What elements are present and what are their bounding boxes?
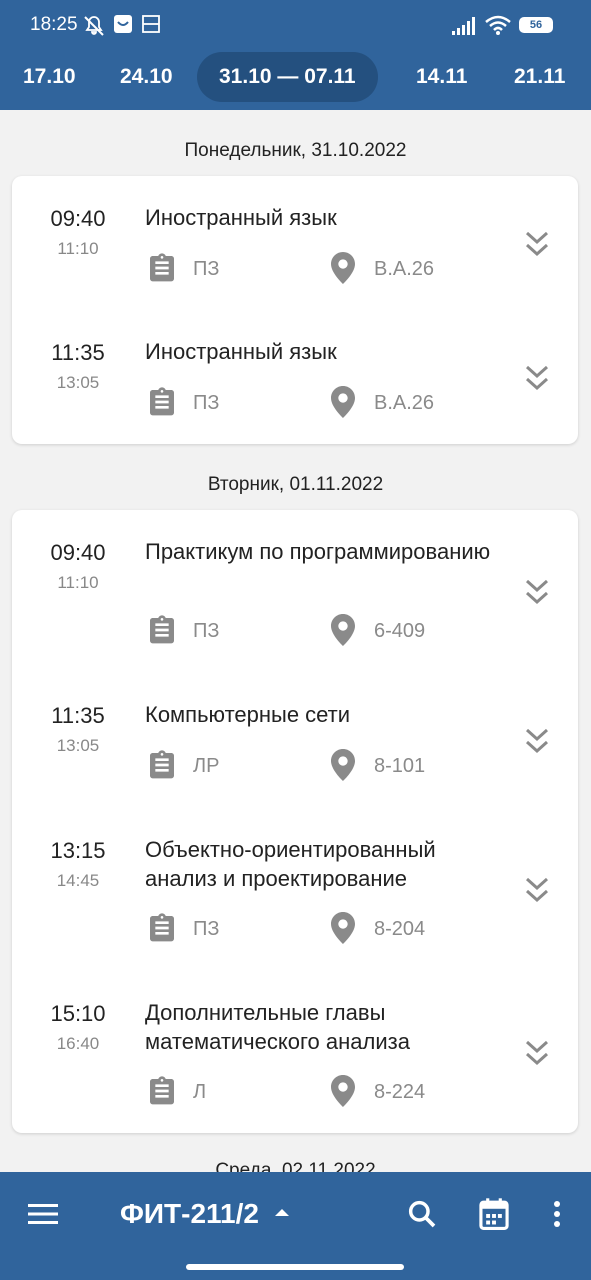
lesson-subject: Дополнительные главы математического ана… — [145, 1000, 410, 1054]
lesson-type: ПЗ — [193, 258, 220, 280]
dropdown-arrow-icon — [274, 1208, 289, 1216]
location-pin-icon — [331, 252, 355, 284]
day-card: 09:40 11:10 Практикум по программировани… — [12, 510, 578, 1133]
day-card: 09:40 11:10 Иностранный язык ПЗ В.А.26 1… — [12, 176, 578, 444]
lesson-type: ПЗ — [193, 918, 220, 940]
mute-icon — [84, 16, 104, 36]
location-pin-icon — [331, 614, 355, 646]
lesson-end-time: 13:05 — [56, 736, 100, 755]
lesson-type: ПЗ — [193, 392, 220, 414]
status-bar: 18:25 56 — [0, 0, 591, 52]
screenshot-icon — [142, 15, 160, 33]
location-pin-icon — [331, 1075, 355, 1107]
home-indicator[interactable] — [186, 1264, 404, 1270]
lesson-end-time: 16:40 — [56, 1034, 100, 1053]
lesson-item[interactable]: 15:10 16:40 Дополнительные главы математ… — [12, 971, 578, 1133]
day-header: Вторник, 01.11.2022 — [207, 474, 384, 495]
lesson-item[interactable]: 11:35 13:05 Компьютерные сети ЛР 8-101 — [12, 673, 578, 808]
lesson-subject: Иностранный язык — [145, 205, 337, 230]
expand-chevron-icon[interactable] — [524, 727, 550, 755]
battery-level: 56 — [529, 19, 543, 31]
week-selector: 17.10 24.10 31.10 — 07.11 14.11 21.11 — [0, 52, 591, 102]
clipboard-icon — [150, 1076, 174, 1105]
lesson-type: ПЗ — [193, 620, 220, 642]
signal-icon — [452, 17, 475, 35]
lesson-subject: Иностранный язык — [145, 339, 337, 364]
lesson-item[interactable]: 09:40 11:10 Иностранный язык ПЗ В.А.26 — [12, 176, 578, 310]
week-tab[interactable]: 24.10 — [120, 52, 173, 102]
lesson-end-time: 14:45 — [56, 871, 100, 890]
lesson-end-time: 13:05 — [56, 373, 100, 392]
lesson-room: В.А.26 — [374, 392, 435, 414]
menu-icon[interactable] — [28, 1202, 58, 1226]
calendar-icon[interactable] — [478, 1197, 510, 1231]
lesson-end-time: 11:10 — [57, 239, 99, 258]
lesson-item[interactable]: 09:40 11:10 Практикум по программировани… — [12, 510, 578, 673]
schedule-list[interactable]: Понедельник, 31.10.2022 09:40 11:10 Инос… — [0, 110, 591, 1172]
lesson-type: ЛР — [193, 755, 220, 777]
location-pin-icon — [331, 749, 355, 781]
more-vert-icon[interactable] — [550, 1200, 564, 1230]
clipboard-icon — [150, 387, 174, 416]
lesson-start-time: 15:10 — [50, 1001, 106, 1026]
lesson-start-time: 11:35 — [51, 340, 105, 365]
week-tab[interactable]: 17.10 — [23, 52, 76, 102]
clipboard-icon — [150, 253, 174, 282]
lesson-room: В.А.26 — [374, 258, 435, 280]
lesson-start-time: 09:40 — [50, 540, 106, 565]
lesson-subject: Объектно-ориентированный анализ и проект… — [145, 837, 436, 891]
week-tab[interactable]: 14.11 — [416, 52, 467, 102]
expand-chevron-icon[interactable] — [524, 1039, 550, 1067]
status-time: 18:25 — [30, 14, 78, 35]
lesson-subject: Практикум по программированию — [145, 539, 491, 564]
wifi-icon — [485, 15, 511, 35]
week-tab-selected[interactable]: 31.10 — 07.11 — [197, 52, 378, 102]
expand-chevron-icon[interactable] — [524, 364, 550, 392]
expand-chevron-icon[interactable] — [524, 230, 550, 258]
day-header: Среда, 02.11.2022 — [215, 1160, 376, 1172]
lesson-start-time: 13:15 — [50, 838, 106, 863]
expand-chevron-icon[interactable] — [524, 578, 550, 606]
lesson-item[interactable]: 11:35 13:05 Иностранный язык ПЗ В.А.26 — [12, 310, 578, 444]
lesson-room: 8-224 — [374, 1081, 426, 1103]
top-app-bar: 18:25 56 17.10 24.10 31.10 — 07.11 14.11… — [0, 0, 591, 110]
week-tab[interactable]: 21.11 — [514, 52, 565, 102]
lesson-subject: Компьютерные сети — [145, 702, 351, 727]
lesson-room: 8-204 — [374, 918, 426, 940]
location-pin-icon — [331, 912, 355, 944]
search-icon[interactable] — [406, 1198, 438, 1230]
lesson-item[interactable]: 13:15 14:45 Объектно-ориентированный ана… — [12, 808, 578, 971]
lesson-start-time: 11:35 — [51, 703, 105, 728]
group-selector[interactable]: ФИТ-211/2 — [120, 1198, 291, 1230]
clipboard-icon — [150, 615, 174, 644]
lesson-room: 6-409 — [374, 620, 426, 642]
expand-chevron-icon[interactable] — [524, 876, 550, 904]
app-notification-icon — [114, 15, 132, 33]
battery-icon: 56 — [519, 17, 553, 33]
location-pin-icon — [331, 386, 355, 418]
lesson-end-time: 11:10 — [57, 573, 99, 592]
lesson-start-time: 09:40 — [50, 206, 106, 231]
group-name: ФИТ-211/2 — [120, 1198, 259, 1229]
clipboard-icon — [150, 750, 174, 779]
clipboard-icon — [150, 913, 174, 942]
day-header: Понедельник, 31.10.2022 — [184, 140, 407, 161]
lesson-room: 8-101 — [374, 755, 426, 777]
lesson-type: Л — [193, 1081, 207, 1103]
